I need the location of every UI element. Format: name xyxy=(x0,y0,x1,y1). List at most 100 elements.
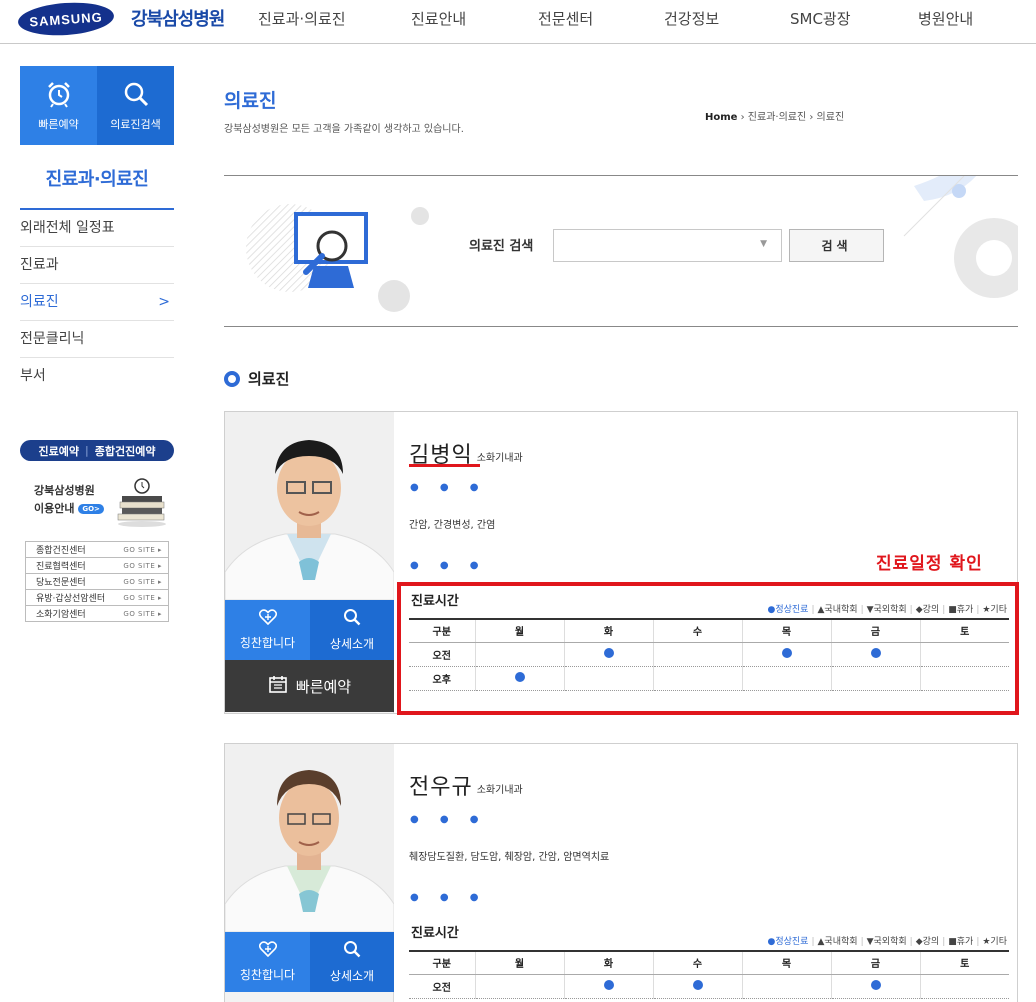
nav-item-about[interactable]: 병원안내 xyxy=(918,8,973,29)
schedule-cell xyxy=(474,974,564,999)
clinic-open-dot xyxy=(514,671,525,682)
monitor-search-icon xyxy=(294,212,368,288)
dots-divider: ● ● ● xyxy=(410,482,488,493)
site-link[interactable]: 진료협력센터 GO SITE ▸ xyxy=(25,557,169,574)
schedule-header-row: 구분 월 화 수 목 금 토 xyxy=(409,952,1009,975)
doctor-specialty: 췌장담도질환, 담도암, 췌장암, 간암, 암면역치료 xyxy=(409,852,610,863)
sidebar-title: 진료과·의료진 xyxy=(45,169,149,190)
section-title: 의료진 xyxy=(224,368,289,389)
site-link[interactable]: 당뇨전문센터 GO SITE ▸ xyxy=(25,573,169,590)
caret-down-icon: ▼ xyxy=(760,239,767,249)
schedule-legend: ●정상진료 | ▲국내학회 | ▼국외학회 | ◆강의 | ■휴가 | ★기타 xyxy=(767,937,1007,947)
schedule-cell xyxy=(563,666,653,691)
breadcrumb-path: › 진료과·의료진 › 의료진 xyxy=(737,112,845,123)
quick-reserve-button[interactable]: 빠른예약 xyxy=(20,66,97,145)
doctor-department: 소화기내과 xyxy=(476,452,523,464)
quick-reserve-button[interactable]: 빠른예약 xyxy=(225,660,394,712)
doctor-search-label: 의료진 검색 xyxy=(469,239,534,254)
schedule-row: 오전 xyxy=(409,974,1009,999)
schedule-cell xyxy=(652,666,742,691)
tab-checkup-reserve[interactable]: 종합건진예약 xyxy=(95,443,156,459)
doctor-search-label: 의료진검색 xyxy=(110,117,161,131)
clinic-open-dot xyxy=(603,647,614,658)
page-subtitle: 강북삼성병원은 모든 고객을 가족같이 생각하고 있습니다. xyxy=(224,124,464,135)
samsung-logo[interactable]: SAMSUNG xyxy=(17,0,115,39)
guide-line-1: 강북삼성병원 xyxy=(34,484,95,497)
schedule-cell xyxy=(830,642,920,667)
schedule-cell xyxy=(741,974,831,999)
nav-item-guide[interactable]: 진료안내 xyxy=(411,8,466,29)
praise-button[interactable]: 칭찬합니다 xyxy=(225,600,310,660)
clinic-open-dot xyxy=(603,979,614,990)
doctor-search-panel: 의료진 검색 ▼ 검색 xyxy=(224,175,1018,327)
schedule-row: 오후 xyxy=(409,666,1009,691)
sidebar-item-departments[interactable]: 진료과 xyxy=(20,247,174,284)
schedule-check-annotation: 진료일정 확인 xyxy=(876,554,983,574)
doctor-search-button[interactable]: 의료진검색 xyxy=(97,66,174,145)
schedule-cell xyxy=(652,974,742,999)
search-icon xyxy=(343,608,361,629)
sidebar-item-schedule[interactable]: 외래전체 일정표 xyxy=(20,210,174,247)
schedule-table: 구분 월 화 수 목 금 토 오전 오후 xyxy=(409,620,1009,691)
site-link[interactable]: 종합건진센터 GO SITE ▸ xyxy=(25,541,169,558)
doctor-department: 소화기내과 xyxy=(476,784,523,796)
schedule-cell xyxy=(830,666,920,691)
detail-button[interactable]: 상세소개 xyxy=(310,932,394,992)
tab-treatment-reserve[interactable]: 진료예약 xyxy=(39,443,79,459)
nav-item-smc-square[interactable]: SMC광장 xyxy=(790,8,851,29)
clinic-open-dot xyxy=(692,979,703,990)
schedule-cell xyxy=(474,642,564,667)
doctor-specialty: 간암, 간경변성, 간염 xyxy=(409,520,496,531)
clinic-open-dot xyxy=(870,647,881,658)
name-highlight-underline xyxy=(409,464,480,467)
schedule-cell xyxy=(563,974,653,999)
dots-divider: ● ● ● xyxy=(410,814,488,825)
schedule-cell xyxy=(474,666,564,691)
search-icon xyxy=(122,80,150,108)
schedule-cell xyxy=(919,642,1009,667)
schedule-cell xyxy=(652,642,742,667)
schedule-row: 오전 xyxy=(409,642,1009,667)
doctor-name: 전우규 소화기내과 xyxy=(409,775,523,800)
breadcrumb: Home › 진료과·의료진 › 의료진 xyxy=(705,108,844,123)
guide-line-2: 이용안내 xyxy=(34,502,75,515)
sidebar-item-doctors[interactable]: 의료진 > xyxy=(20,284,174,321)
sidebar-item-clinics[interactable]: 전문클리닉 xyxy=(20,321,174,358)
site-link[interactable]: 소화기암센터 GO SITE ▸ xyxy=(25,605,169,622)
chevron-right-icon: > xyxy=(158,294,170,310)
page-title: 의료진 xyxy=(224,90,277,112)
clinic-open-dot xyxy=(870,979,881,990)
schedule-header-row: 구분 월 화 수 목 금 토 xyxy=(409,620,1009,643)
top-navigation: SAMSUNG 강북삼성병원 진료과·의료진 진료안내 전문센터 건강정보 SM… xyxy=(0,0,1036,44)
nav-item-centers[interactable]: 전문센터 xyxy=(538,8,593,29)
site-link[interactable]: 유방·갑상선암센터 GO SITE ▸ xyxy=(25,589,169,606)
hospital-guide-link[interactable]: 강북삼성병원 이용안내 GO> xyxy=(34,482,104,518)
doctor-card-sidebar: 칭찬합니다 상세소개 xyxy=(225,744,394,1002)
heart-plus-icon xyxy=(258,609,277,628)
doctor-card-sidebar: 칭찬합니다 상세소개 빠른예약 xyxy=(225,412,394,713)
tab-separator: | xyxy=(85,444,89,457)
calendar-icon xyxy=(268,674,288,698)
breadcrumb-home[interactable]: Home xyxy=(705,112,737,123)
doctor-card: 칭찬합니다 상세소개 빠른예약 김병익 소화기내과 ● ● ● 간암, 간경변성,… xyxy=(224,411,1018,714)
dots-divider: ● ● ● xyxy=(410,560,488,571)
detail-button[interactable]: 상세소개 xyxy=(310,600,394,660)
praise-button[interactable]: 칭찬합니다 xyxy=(225,932,310,992)
nav-item-health-info[interactable]: 건강정보 xyxy=(664,8,719,29)
schedule-title: 진료시간 xyxy=(411,594,459,609)
doctor-search-select[interactable]: ▼ xyxy=(553,229,782,262)
hospital-name[interactable]: 강북삼성병원 xyxy=(131,5,225,31)
schedule-cell xyxy=(741,642,831,667)
search-button[interactable]: 검색 xyxy=(789,229,884,262)
schedule-legend: ●정상진료 | ▲국내학회 | ▼국외학회 | ◆강의 | ■휴가 | ★기타 xyxy=(767,605,1007,615)
nav-item-departments[interactable]: 진료과·의료진 xyxy=(258,8,346,29)
dots-divider: ● ● ● xyxy=(410,892,488,903)
doctor-photo xyxy=(225,744,394,932)
alarm-clock-icon xyxy=(45,80,73,108)
schedule-table: 구분 월 화 수 목 금 토 오전 xyxy=(409,952,1009,999)
schedule-title: 진료시간 xyxy=(411,926,459,941)
search-icon xyxy=(343,940,361,961)
sidebar-item-divisions[interactable]: 부서 xyxy=(20,358,174,395)
go-badge: GO> xyxy=(78,504,104,514)
reservation-tabs: 진료예약 | 종합건진예약 xyxy=(20,440,174,461)
